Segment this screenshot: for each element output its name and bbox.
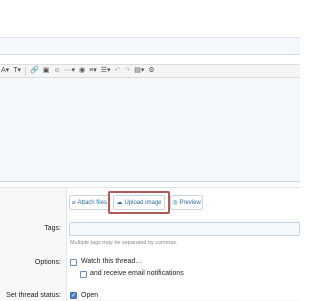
font-size-dropdown[interactable]: A▾ — [1, 66, 9, 76]
preview-icon: ◎ — [172, 200, 178, 206]
tags-input[interactable] — [69, 222, 300, 236]
tags-label: Tags: — [44, 225, 61, 232]
thread-title-input[interactable] — [0, 37, 300, 55]
redo-icon[interactable]: ↷ — [124, 66, 130, 76]
toolbar-divider — [24, 66, 26, 76]
list-dropdown[interactable]: ☰▾ — [101, 66, 111, 76]
smilie-icon[interactable]: ☺ — [53, 66, 60, 76]
attach-files-label: Attach files — [77, 199, 107, 206]
open-label[interactable]: Open — [81, 292, 98, 299]
gear-icon[interactable]: ⚙ — [148, 66, 154, 76]
align-dropdown[interactable]: ≡▾ — [89, 66, 97, 76]
open-checkbox[interactable]: ✓ — [70, 292, 77, 299]
camera-icon[interactable]: ◉ — [79, 66, 85, 76]
highlight-annotation — [108, 191, 170, 214]
drafts-dropdown[interactable]: ▤▾ — [134, 66, 144, 76]
text-format-dropdown[interactable]: T▾ — [13, 66, 21, 76]
email-notifications-label[interactable]: and receive email notifications — [90, 270, 184, 277]
preview-label: Preview — [179, 199, 201, 206]
thread-status-label: Set thread status: — [6, 292, 61, 299]
attach-files-button[interactable]: ⌀ Attach files — [69, 195, 110, 210]
editor-toolbar: A▾ T▾ 🔗 ▣ ☺ ⋯▾ ◉ ≡▾ ☰▾ ↶ ↷ ▤▾ ⚙ — [0, 64, 300, 78]
message-editor[interactable] — [0, 78, 300, 182]
options-label: Options: — [34, 259, 61, 266]
more-insert-dropdown[interactable]: ⋯▾ — [64, 66, 75, 76]
watch-thread-checkbox[interactable] — [70, 259, 77, 266]
watch-thread-label[interactable]: Watch this thread… — [81, 258, 142, 265]
image-icon[interactable]: ▣ — [43, 66, 50, 76]
email-notifications-checkbox[interactable] — [80, 271, 87, 278]
link-icon[interactable]: 🔗 — [30, 66, 39, 76]
preview-button[interactable]: ◎ Preview — [170, 195, 203, 210]
undo-icon[interactable]: ↶ — [115, 66, 121, 76]
paperclip-icon: ⌀ — [72, 200, 76, 206]
tags-hint: Multiple tags may be separated by commas… — [70, 240, 178, 246]
